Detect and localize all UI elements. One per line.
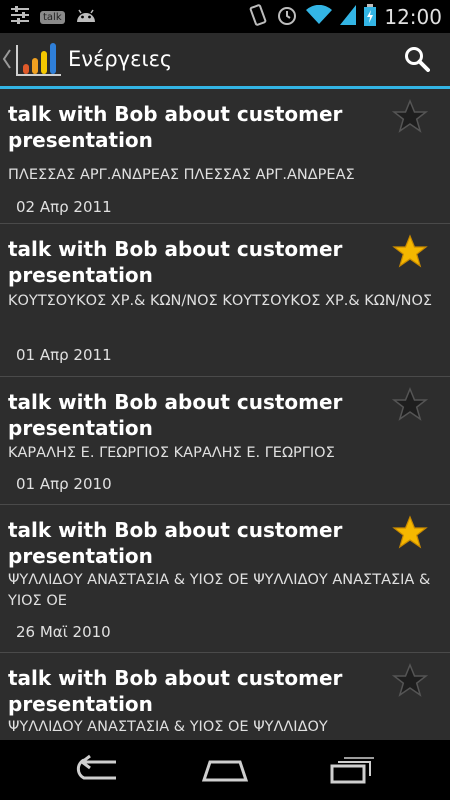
item-title: talk with Bob about customer presentatio…	[8, 518, 343, 568]
back-icon[interactable]	[76, 754, 122, 790]
star-on-icon[interactable]	[392, 234, 428, 270]
alarm-icon	[276, 4, 298, 30]
sliders-icon	[10, 6, 30, 28]
actions-list[interactable]: talk with Bob about customer presentatio…	[0, 89, 450, 740]
item-title: talk with Bob about customer presentatio…	[8, 237, 343, 287]
star-off-icon[interactable]	[392, 99, 428, 135]
page-title: Ενέργειες	[68, 47, 173, 71]
app-logo-icon[interactable]	[14, 39, 64, 81]
list-item[interactable]: talk with Bob about customer presentatio…	[0, 224, 450, 377]
item-title: talk with Bob about customer presentatio…	[8, 390, 343, 440]
item-subtitle: ΨΥΛΛΙΔΟΥ ΑΝΑΣΤΑΣΙΑ & ΥΙΟΣ ΟΕ ΨΥΛΛΙΔΟΥ	[8, 719, 328, 735]
home-icon[interactable]	[200, 754, 250, 790]
system-status-area: 12:00	[248, 4, 442, 30]
android-icon	[75, 7, 97, 27]
item-subtitle: ΚΟΥΤΣΟΥΚΟΣ ΧΡ.& ΚΩΝ/ΝΟΣ ΚΟΥΤΣΟΥΚΟΣ ΧΡ.& …	[8, 293, 433, 309]
star-off-icon[interactable]	[392, 387, 428, 423]
battery-icon	[364, 4, 377, 30]
wifi-icon	[306, 4, 333, 29]
recent-apps-icon[interactable]	[328, 754, 374, 790]
item-subtitle: ΠΛΕΣΣΑΣ ΑΡΓ.ΑΝΔΡΕΑΣ ΠΛΕΣΣΑΣ ΑΡΓ.ΑΝΔΡΕΑΣ	[8, 167, 355, 183]
list-item[interactable]: talk with Bob about customer presentatio…	[0, 377, 450, 505]
list-item[interactable]: talk with Bob about customer presentatio…	[0, 89, 450, 224]
item-date: 02 Απρ 2011	[16, 198, 112, 216]
list-item[interactable]: talk with Bob about customer presentatio…	[0, 653, 450, 740]
signal-icon	[340, 5, 357, 29]
star-on-icon[interactable]	[392, 515, 428, 551]
item-date: 26 Μαϊ 2010	[16, 623, 111, 641]
item-date: 01 Απρ 2011	[16, 346, 112, 364]
star-off-icon[interactable]	[392, 663, 428, 699]
status-bar: talk 12:00	[0, 0, 450, 33]
talk-icon: talk	[40, 10, 65, 24]
notification-area: talk	[10, 6, 97, 28]
item-title: talk with Bob about customer presentatio…	[8, 102, 343, 152]
list-item[interactable]: talk with Bob about customer presentatio…	[0, 505, 450, 653]
navigation-bar	[0, 740, 450, 800]
item-subtitle: ΨΥΛΛΙΔΟΥ ΑΝΑΣΤΑΣΙΑ & ΥΙΟΣ ΟΕ ΨΥΛΛΙΔΟΥ ΑΝ…	[8, 572, 431, 609]
clock: 12:00	[384, 5, 442, 29]
up-navigation-icon[interactable]	[2, 48, 12, 74]
item-subtitle: ΚΑΡΑΛΗΣ Ε. ΓΕΩΡΓΙΟΣ ΚΑΡΑΛΗΣ Ε. ΓΕΩΡΓΙΟΣ	[8, 445, 335, 461]
item-date: 01 Απρ 2010	[16, 475, 112, 493]
item-title: talk with Bob about customer presentatio…	[8, 666, 343, 716]
vibrate-icon	[248, 4, 268, 30]
search-icon[interactable]	[404, 46, 430, 76]
action-bar: Ενέργειες	[0, 33, 450, 89]
